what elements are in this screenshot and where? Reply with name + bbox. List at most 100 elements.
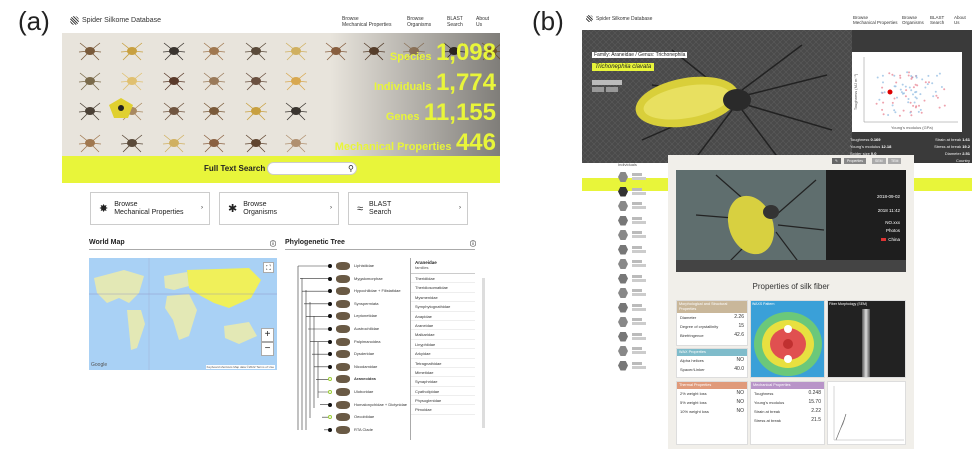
- individual-list-item[interactable]: [632, 187, 646, 195]
- tree-node-label[interactable]: Dysderidae: [354, 351, 374, 356]
- family-list-item[interactable]: Linyphiidae: [411, 340, 475, 350]
- scrollbar[interactable]: [482, 278, 485, 428]
- individual-list-item[interactable]: [632, 332, 646, 340]
- family-list-item[interactable]: Theridiosomatidae: [411, 283, 475, 293]
- tree-node-dot[interactable]: [328, 327, 332, 331]
- nav-browse-mech[interactable]: Browse Mechanical Properties: [342, 16, 391, 28]
- individual-list-item[interactable]: [632, 231, 646, 238]
- tree-node-dot[interactable]: [328, 402, 332, 407]
- family-list-item[interactable]: Araneidae: [411, 321, 475, 331]
- individual-list-item[interactable]: [632, 274, 646, 282]
- individual-hex-icon[interactable]: [618, 317, 628, 327]
- tools-icon[interactable]: ✎: [832, 158, 841, 164]
- individual-hex-icon[interactable]: [618, 273, 628, 284]
- tab-properties[interactable]: Properties: [844, 158, 866, 164]
- individual-hex-icon[interactable]: [618, 186, 628, 197]
- individual-list-item[interactable]: [632, 303, 646, 311]
- tree-node-dot[interactable]: [328, 276, 332, 281]
- search-icon[interactable]: ⚲: [348, 164, 354, 173]
- individual-hex-icon[interactable]: [618, 230, 628, 240]
- logo-a[interactable]: Spider Silkome Database: [70, 16, 161, 25]
- individual-list-item[interactable]: [632, 289, 646, 296]
- search-input[interactable]: [267, 162, 357, 175]
- individual-hex-icon[interactable]: [618, 201, 628, 211]
- phylogenetic-tree[interactable]: Liphistiidae Mygalomorphae Hypochilidae + …: [290, 258, 410, 440]
- family-list-item[interactable]: Mysmenidae: [411, 293, 475, 303]
- stress-strain-plot[interactable]: [827, 381, 906, 445]
- nav-about[interactable]: About Us: [954, 15, 966, 25]
- tree-node-label[interactable]: Leptonetidae: [354, 313, 377, 318]
- tree-node-label[interactable]: Homalonychidae + Dictynidae: [354, 402, 407, 407]
- nav-browse-org[interactable]: Browse Organisms: [902, 15, 924, 25]
- family-list-item[interactable]: Mimetidae: [411, 368, 475, 378]
- browse-organisms-button[interactable]: ✱ Browse Organisms ›: [219, 192, 339, 225]
- tree-node-label[interactable]: Araneoidea: [354, 376, 376, 381]
- fullscreen-icon[interactable]: ⛶: [263, 262, 274, 273]
- individual-list-item[interactable]: [632, 173, 646, 180]
- logo-b[interactable]: Spider Silkome Database: [586, 15, 652, 22]
- individual-hex-icon[interactable]: [618, 346, 628, 356]
- tree-node-label[interactable]: Nicodamidae: [354, 364, 377, 369]
- family-list-item[interactable]: Malkaridae: [411, 330, 475, 340]
- info-icon[interactable]: ⓘ: [470, 239, 476, 248]
- family-list-item[interactable]: Pimoidae: [411, 405, 475, 415]
- individual-hex-icon[interactable]: [618, 259, 628, 269]
- scatter-chart[interactable]: Toughness (MJ m⁻³) Young's modulus (GPa): [852, 52, 962, 132]
- nav-blast[interactable]: BLAST Search: [930, 15, 944, 25]
- tree-node-dot[interactable]: [328, 301, 332, 306]
- tree-node-dot[interactable]: [328, 364, 332, 369]
- zoom-in-button[interactable]: +: [261, 328, 274, 342]
- blast-search-button[interactable]: ≈ BLAST Search ›: [348, 192, 468, 225]
- fiber-sem-image[interactable]: Fiber Morphology (SEM): [827, 300, 906, 378]
- nav-blast[interactable]: BLAST Search: [447, 16, 463, 28]
- tree-node-dot[interactable]: [328, 390, 332, 394]
- family-list-item[interactable]: Symphytognathidae: [411, 302, 475, 312]
- individual-hex-icon[interactable]: [618, 302, 628, 313]
- tree-node-dot[interactable]: [328, 427, 332, 432]
- family-list-item[interactable]: Theridiidae: [411, 274, 475, 284]
- tree-node-label[interactable]: Palpimanoidea: [354, 339, 380, 344]
- individual-list-item[interactable]: [632, 318, 646, 325]
- individual-list-item[interactable]: [632, 347, 646, 354]
- tree-node-dot[interactable]: [328, 339, 332, 344]
- individual-list-item[interactable]: [632, 260, 646, 267]
- zoom-out-button[interactable]: −: [261, 342, 274, 356]
- tree-node-label[interactable]: Mygalomorphae: [354, 276, 383, 281]
- individual-list-item[interactable]: [632, 361, 646, 369]
- individual-list-item[interactable]: [632, 202, 646, 209]
- nav-browse-mech[interactable]: Browse Mechanical Properties: [853, 15, 898, 25]
- tree-node-label[interactable]: Hypochilidae + Filistatidae: [354, 288, 401, 293]
- tree-node-label[interactable]: Liphistiidae: [354, 263, 374, 268]
- individual-hex-icon[interactable]: [618, 360, 628, 371]
- family-list-item[interactable]: Arkyidae: [411, 349, 475, 359]
- nav-about[interactable]: About Us: [476, 16, 489, 28]
- tree-node-label[interactable]: Uloboridae: [354, 389, 373, 394]
- specimen-photo[interactable]: 2018-09-02 2018 11:42 NO.xxx Photos Chin…: [676, 170, 906, 272]
- individual-hex-icon[interactable]: [618, 331, 628, 342]
- individual-list-item[interactable]: [632, 245, 646, 253]
- thumbnail-strip[interactable]: [676, 260, 906, 272]
- tree-node-dot[interactable]: [328, 264, 332, 268]
- info-icon[interactable]: ⓘ: [270, 239, 276, 248]
- family-list-item[interactable]: Synaphridae: [411, 377, 475, 387]
- tree-node-label[interactable]: Austrochilidae: [354, 326, 379, 331]
- tree-node-label[interactable]: RTA Clade: [354, 427, 373, 432]
- individuals-list[interactable]: Individuals: [582, 162, 664, 371]
- individual-hex-icon[interactable]: [618, 172, 628, 182]
- tree-node-label[interactable]: Oecobiidae: [354, 414, 374, 419]
- individual-hex-icon[interactable]: [618, 215, 628, 226]
- individual-hex-icon[interactable]: [618, 288, 628, 298]
- individual-list-item[interactable]: [632, 216, 646, 224]
- browse-mechanical-button[interactable]: ✸ Browse Mechanical Properties ›: [90, 192, 210, 225]
- family-list-item[interactable]: Cyatholipidae: [411, 387, 475, 397]
- world-map[interactable]: ⛶ + − Google Keyboard shortcuts Map data…: [89, 258, 277, 370]
- tab-tem[interactable]: TEM: [888, 158, 902, 164]
- waxs-pattern[interactable]: WAXS Pattern: [750, 300, 825, 378]
- nav-browse-org[interactable]: Browse Organisms: [407, 16, 431, 28]
- tab-sem[interactable]: SEM: [872, 158, 886, 164]
- individual-hex-icon[interactable]: [618, 244, 628, 255]
- family-list-item[interactable]: Physoglenidae: [411, 396, 475, 406]
- family-list-item[interactable]: Anapidae: [411, 312, 475, 321]
- tree-node-label[interactable]: Synspermiata: [354, 301, 378, 306]
- family-list-item[interactable]: Tetragnathidae: [411, 359, 475, 368]
